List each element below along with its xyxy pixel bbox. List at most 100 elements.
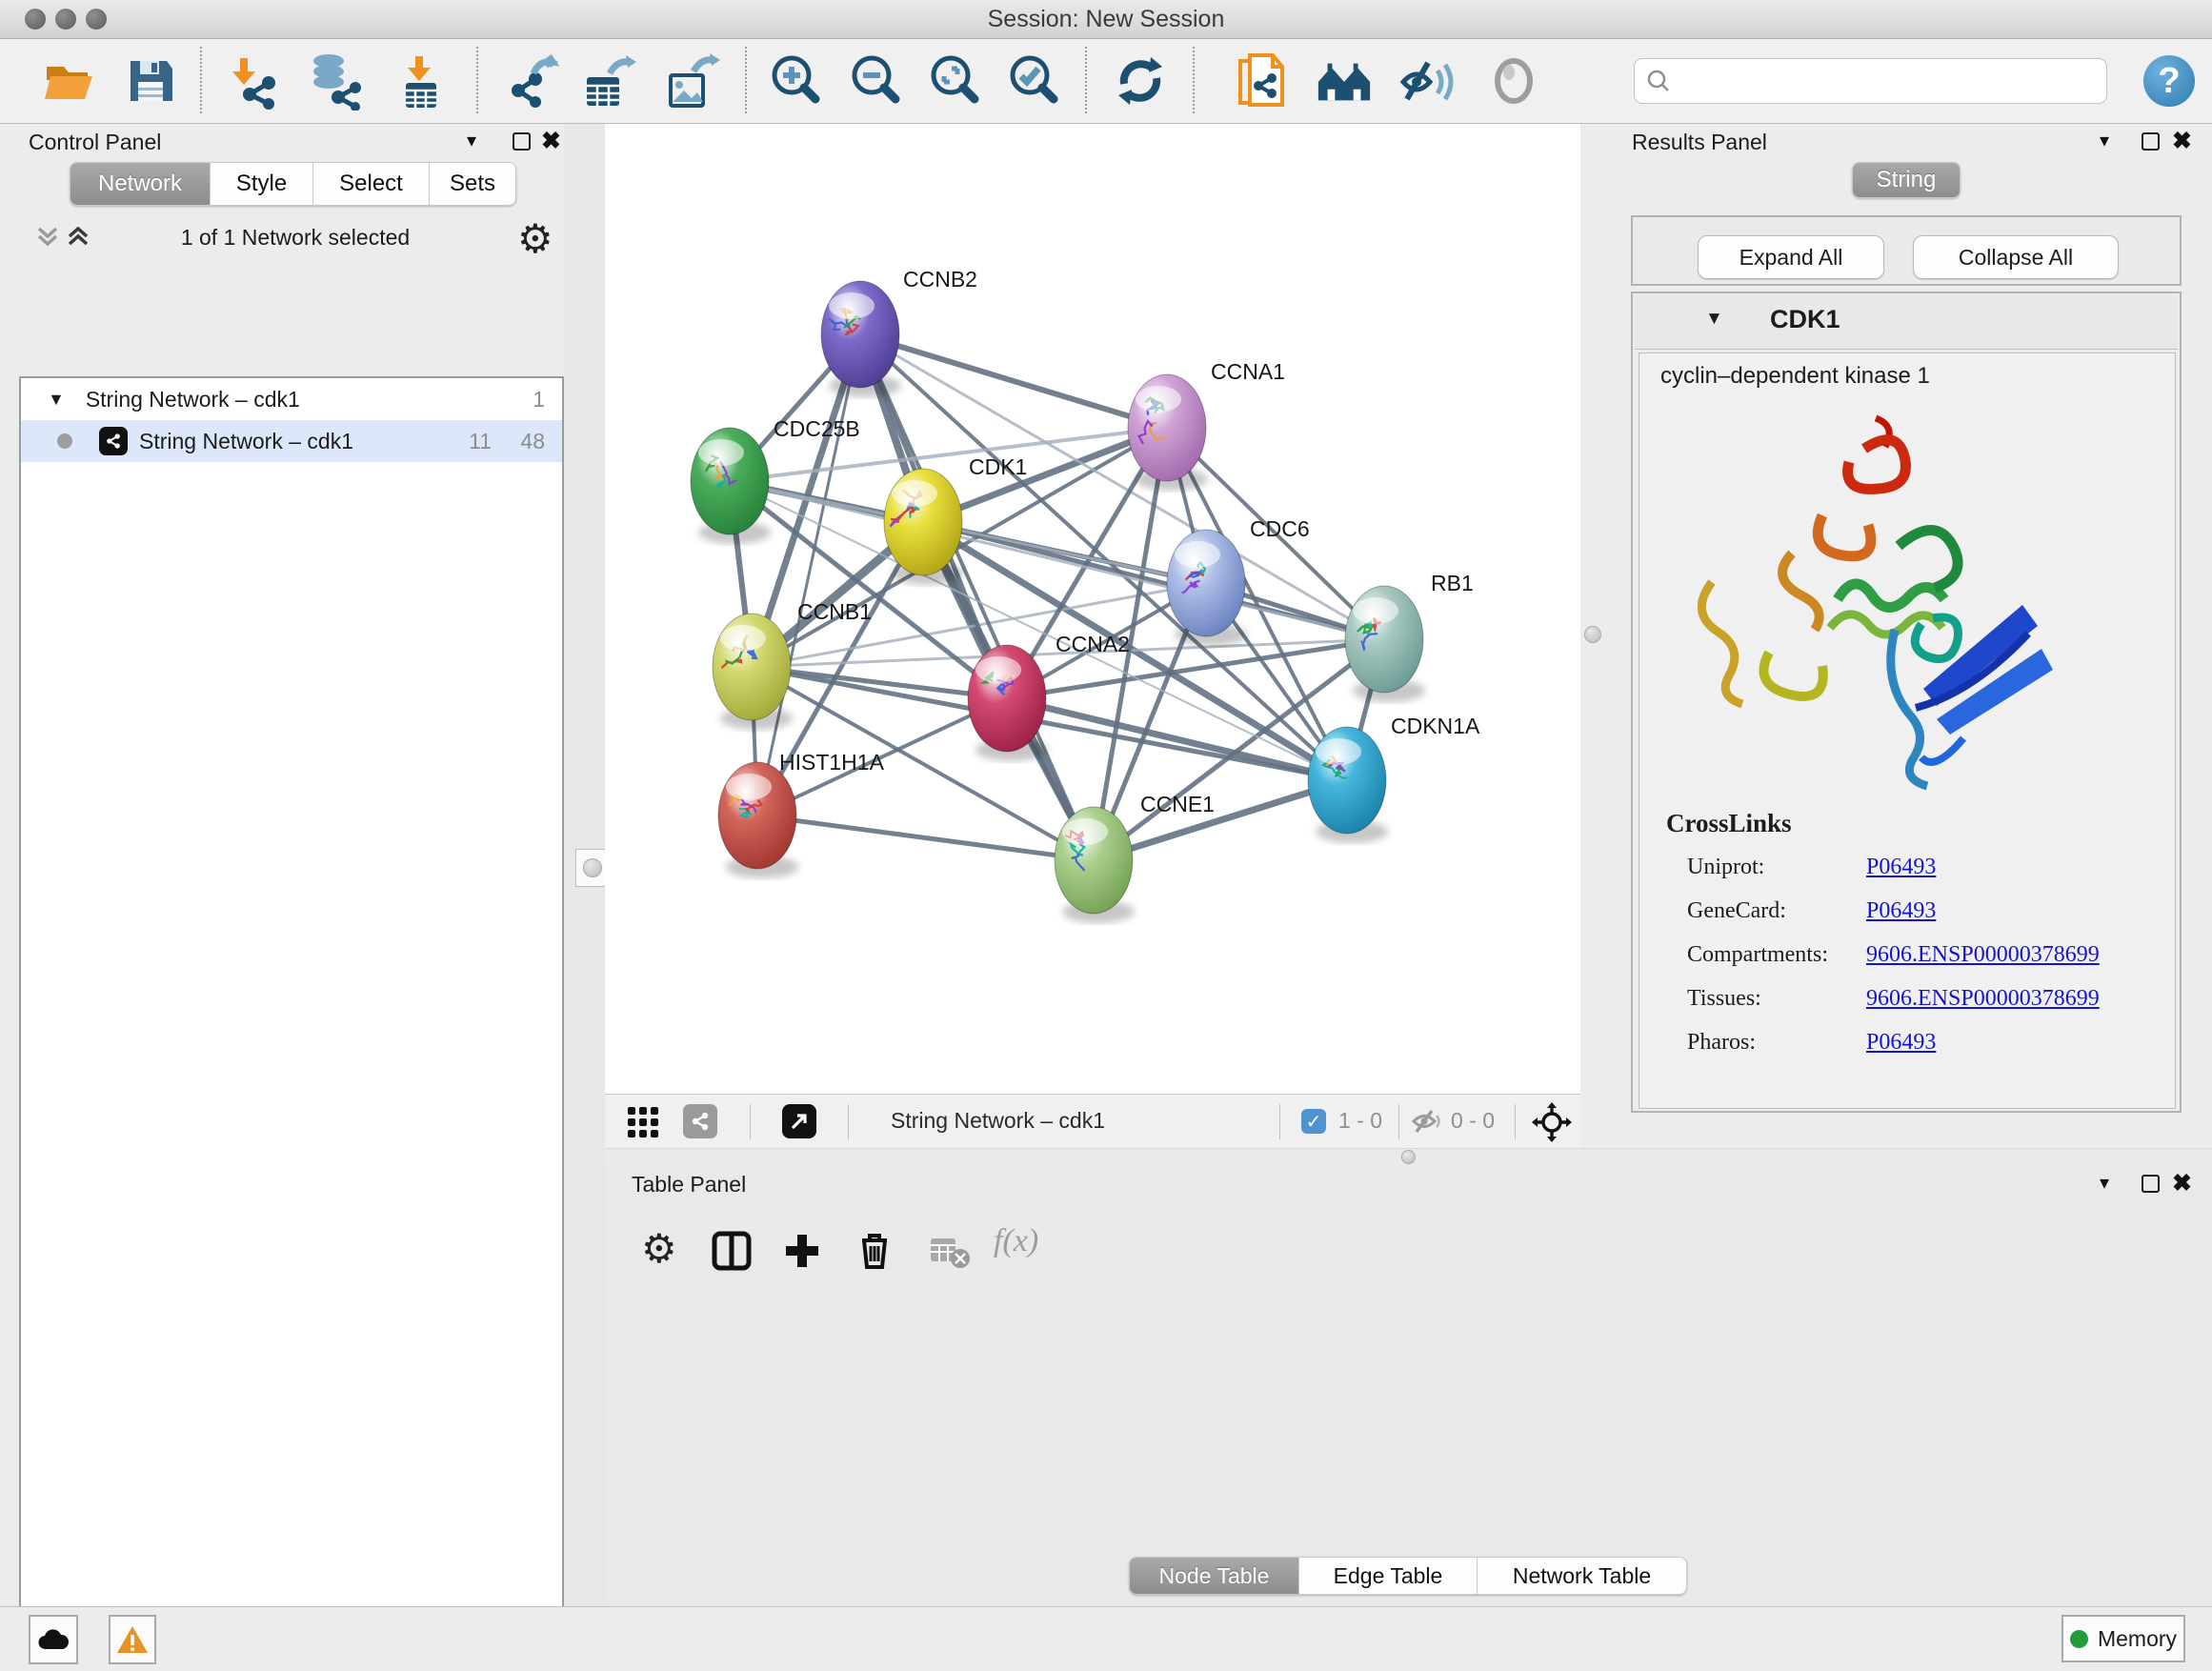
tab-sets[interactable]: Sets — [430, 162, 516, 206]
collapse-panel-icon[interactable]: ▾ — [2100, 1174, 2109, 1193]
network-collection-row[interactable]: ▼ String Network – cdk1 1 — [21, 378, 562, 420]
collection-label: String Network – cdk1 — [86, 387, 300, 413]
grid-view-icon[interactable] — [626, 1105, 660, 1144]
gene-name: CDK1 — [1770, 305, 1840, 334]
tab-string[interactable]: String — [1852, 162, 1961, 198]
hide-details-button[interactable] — [1398, 51, 1457, 111]
import-table-icon — [392, 52, 450, 110]
create-column-icon[interactable] — [782, 1231, 822, 1276]
share-document-button[interactable] — [1232, 51, 1291, 111]
import-table-button[interactable] — [392, 51, 451, 111]
edge-count: 48 — [520, 429, 545, 454]
tab-edge-table[interactable]: Edge Table — [1299, 1557, 1478, 1595]
network-thumbnail-icon[interactable] — [683, 1104, 717, 1138]
selected-counts: 1 - 0 — [1338, 1108, 1382, 1134]
refresh-button[interactable] — [1111, 51, 1170, 111]
table-panel: Table Panel ▾ ✖ ⚙ f(x) shared namenameca… — [605, 1164, 2212, 1606]
tree-expander-icon[interactable]: ▼ — [48, 390, 65, 410]
fit-content-crosshair-icon[interactable] — [1531, 1101, 1573, 1148]
crosslink-value[interactable]: P06493 — [1866, 855, 1936, 880]
crosslink-value[interactable]: P06493 — [1866, 1030, 1936, 1056]
zoom-out-button[interactable] — [846, 51, 905, 111]
tab-network[interactable]: Network — [70, 162, 211, 206]
show-details-button[interactable] — [1484, 51, 1543, 111]
network-row[interactable]: String Network – cdk1 11 48 — [21, 420, 562, 462]
float-panel-icon[interactable] — [2142, 132, 2160, 155]
tab-select[interactable]: Select — [313, 162, 430, 206]
selected-nodes-checkbox[interactable]: ✓ — [1301, 1109, 1326, 1134]
expand-all-button[interactable]: Expand All — [1698, 235, 1884, 279]
memory-button[interactable]: Memory — [2061, 1615, 2185, 1662]
string-network-icon — [99, 427, 128, 455]
expand-all-networks-icon[interactable] — [34, 223, 61, 254]
network-graph[interactable]: CCNB2CCNA1CDC25BCDK1CDC6RB1CCNB1CCNA2CDK… — [605, 124, 1580, 1094]
save-session-button[interactable] — [121, 51, 180, 111]
crosslink-row: Pharos:P06493 — [1687, 1020, 2144, 1064]
help-glyph: ? — [2158, 61, 2180, 102]
close-panel-icon[interactable]: ✖ — [2172, 130, 2192, 153]
zoom-in-icon — [767, 52, 824, 110]
tab-style[interactable]: Style — [211, 162, 313, 206]
open-session-button[interactable] — [39, 51, 98, 111]
crosslink-label: Compartments: — [1687, 942, 1866, 968]
table-options-gear-icon[interactable]: ⚙ — [641, 1229, 677, 1269]
current-network-title: String Network – cdk1 — [891, 1108, 1105, 1134]
collapse-panel-icon[interactable]: ▾ — [467, 131, 476, 151]
birdseye-view-icon[interactable] — [782, 1104, 816, 1138]
crosslink-value[interactable]: 9606.ENSP00000378699 — [1866, 986, 2100, 1012]
crosslinks-title: CrossLinks — [1666, 809, 1792, 838]
float-panel-icon[interactable] — [2142, 1175, 2160, 1198]
title-bar: Session: New Session — [0, 0, 2212, 39]
application-window: Session: New Session — [0, 0, 2212, 1671]
refresh-icon — [1113, 53, 1168, 109]
network-canvas[interactable]: CCNB2CCNA1CDC25BCDK1CDC6RB1CCNB1CCNA2CDK… — [605, 124, 1580, 1094]
hide-graphics-details-icon — [1398, 53, 1457, 109]
table-type-tabs: Node Table Edge Table Network Table — [1129, 1557, 1687, 1595]
vertical-splitter[interactable] — [564, 124, 605, 1606]
network-label: String Network – cdk1 — [139, 429, 353, 454]
export-network-button[interactable] — [504, 51, 563, 111]
tab-node-table[interactable]: Node Table — [1129, 1557, 1299, 1595]
main-toolbar: ? — [0, 39, 2212, 124]
collapse-all-networks-icon[interactable] — [65, 223, 91, 254]
status-bar: Memory — [0, 1606, 2212, 1671]
show-columns-icon[interactable] — [712, 1231, 752, 1276]
network-status-dot — [57, 433, 72, 449]
zoom-selected-button[interactable] — [1004, 51, 1063, 111]
zoom-fit-button[interactable] — [925, 51, 984, 111]
export-table-button[interactable] — [580, 51, 639, 111]
zoom-in-button[interactable] — [766, 51, 825, 111]
function-builder-icon: f(x) — [994, 1223, 1038, 1259]
import-database-button[interactable] — [306, 51, 365, 111]
gene-details: cyclin–dependent kinase 1 — [1639, 352, 2176, 1109]
close-panel-icon[interactable]: ✖ — [2172, 1172, 2192, 1196]
help-button[interactable]: ? — [2143, 55, 2195, 107]
node-label: CCNB1 — [797, 599, 872, 624]
collapse-all-button[interactable]: Collapse All — [1913, 235, 2119, 279]
toolbar-separator — [745, 47, 747, 113]
tab-network-table[interactable]: Network Table — [1478, 1557, 1687, 1595]
delete-column-icon[interactable] — [855, 1229, 895, 1276]
import-network-button[interactable] — [226, 51, 285, 111]
export-image-button[interactable] — [662, 51, 721, 111]
protein-structure-image — [1678, 403, 2078, 794]
float-panel-icon[interactable] — [513, 132, 531, 155]
toolbar-separator — [848, 1104, 849, 1139]
search-input[interactable] — [1634, 58, 2107, 104]
crosslink-value[interactable]: P06493 — [1866, 898, 1936, 924]
cloud-status-button[interactable] — [29, 1615, 78, 1664]
node-label: CDC6 — [1250, 516, 1310, 541]
hidden-eye-icon[interactable] — [1411, 1107, 1443, 1140]
close-panel-icon[interactable]: ✖ — [541, 130, 561, 153]
splitter-handle[interactable] — [1401, 1150, 1416, 1164]
crosslink-row: GeneCard:P06493 — [1687, 889, 2144, 933]
memory-status-dot — [2070, 1630, 2088, 1648]
warnings-button[interactable] — [109, 1615, 156, 1664]
crosslink-value[interactable]: 9606.ENSP00000378699 — [1866, 942, 2100, 968]
gene-header-row[interactable]: ▼ CDK1 — [1635, 295, 2178, 350]
collapse-entry-icon[interactable]: ▼ — [1705, 309, 1723, 330]
collapse-panel-icon[interactable]: ▾ — [2100, 131, 2109, 151]
home-button[interactable] — [1315, 51, 1374, 111]
network-options-gear-icon[interactable]: ⚙ — [517, 219, 553, 259]
crosslink-row: Uniprot:P06493 — [1687, 845, 2144, 889]
